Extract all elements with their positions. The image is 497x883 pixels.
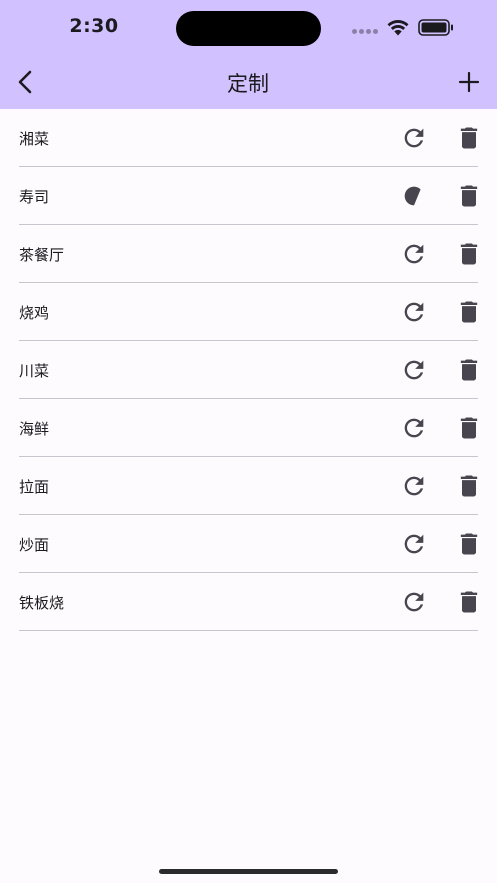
refresh-button[interactable] <box>400 356 428 384</box>
custom-list: 湘菜 寿司 茶餐厅 烧鸡 川菜 海鲜 拉面 炒面 铁板烧 <box>19 109 478 631</box>
list-item-label: 茶餐厅 <box>19 246 65 264</box>
refresh-icon <box>404 302 424 322</box>
delete-button[interactable] <box>455 298 483 326</box>
home-indicator[interactable] <box>159 869 338 874</box>
list-item: 茶餐厅 <box>19 225 478 283</box>
trash-icon <box>460 243 478 265</box>
status-bar: 2:30 <box>0 0 497 56</box>
list-item: 寿司 <box>19 167 478 225</box>
delete-button[interactable] <box>455 588 483 616</box>
trash-icon <box>460 359 478 381</box>
plus-icon <box>458 71 480 93</box>
refresh-button[interactable] <box>400 182 428 210</box>
dynamic-island <box>176 11 321 46</box>
list-item-label: 寿司 <box>19 188 50 206</box>
refresh-icon <box>404 186 421 206</box>
trash-icon <box>460 301 478 323</box>
refresh-button[interactable] <box>400 530 428 558</box>
delete-button[interactable] <box>455 356 483 384</box>
list-item: 湘菜 <box>19 109 478 167</box>
list-item-label: 川菜 <box>19 362 50 380</box>
list-item: 拉面 <box>19 457 478 515</box>
delete-button[interactable] <box>455 124 483 152</box>
delete-button[interactable] <box>455 530 483 558</box>
list-item-label: 拉面 <box>19 478 50 496</box>
list-item: 海鲜 <box>19 399 478 457</box>
trash-icon <box>460 533 478 555</box>
refresh-button[interactable] <box>400 298 428 326</box>
cellular-signal-icon <box>352 29 380 35</box>
refresh-button[interactable] <box>400 240 428 268</box>
wifi-icon <box>387 20 409 36</box>
refresh-icon <box>404 592 424 612</box>
back-button[interactable] <box>10 66 42 98</box>
refresh-button[interactable] <box>400 124 428 152</box>
chevron-left-icon <box>18 70 32 94</box>
status-time: 2:30 <box>69 15 119 37</box>
trash-icon <box>460 185 478 207</box>
battery-icon <box>418 19 453 36</box>
trash-icon <box>460 591 478 613</box>
trash-icon <box>460 127 478 149</box>
delete-button[interactable] <box>455 182 483 210</box>
trash-icon <box>460 417 478 439</box>
refresh-icon <box>404 534 424 554</box>
list-item-label: 铁板烧 <box>19 594 65 612</box>
list-item-label: 烧鸡 <box>19 304 50 322</box>
app-header: 2:30 定制 <box>0 0 497 109</box>
refresh-icon <box>404 476 424 496</box>
refresh-icon <box>404 418 424 438</box>
refresh-icon <box>404 360 424 380</box>
list-item: 烧鸡 <box>19 283 478 341</box>
refresh-button[interactable] <box>400 414 428 442</box>
delete-button[interactable] <box>455 240 483 268</box>
list-item: 川菜 <box>19 341 478 399</box>
refresh-button[interactable] <box>400 472 428 500</box>
delete-button[interactable] <box>455 414 483 442</box>
refresh-icon <box>404 128 424 148</box>
navigation-bar: 定制 <box>0 56 497 109</box>
refresh-button[interactable] <box>400 588 428 616</box>
refresh-icon <box>404 244 424 264</box>
trash-icon <box>460 475 478 497</box>
add-item-button[interactable] <box>453 66 485 98</box>
list-item-label: 炒面 <box>19 536 50 554</box>
list-item: 铁板烧 <box>19 573 478 631</box>
list-item-label: 湘菜 <box>19 130 50 148</box>
delete-button[interactable] <box>455 472 483 500</box>
list-item-label: 海鲜 <box>19 420 50 438</box>
list-item: 炒面 <box>19 515 478 573</box>
page-title: 定制 <box>227 72 269 96</box>
